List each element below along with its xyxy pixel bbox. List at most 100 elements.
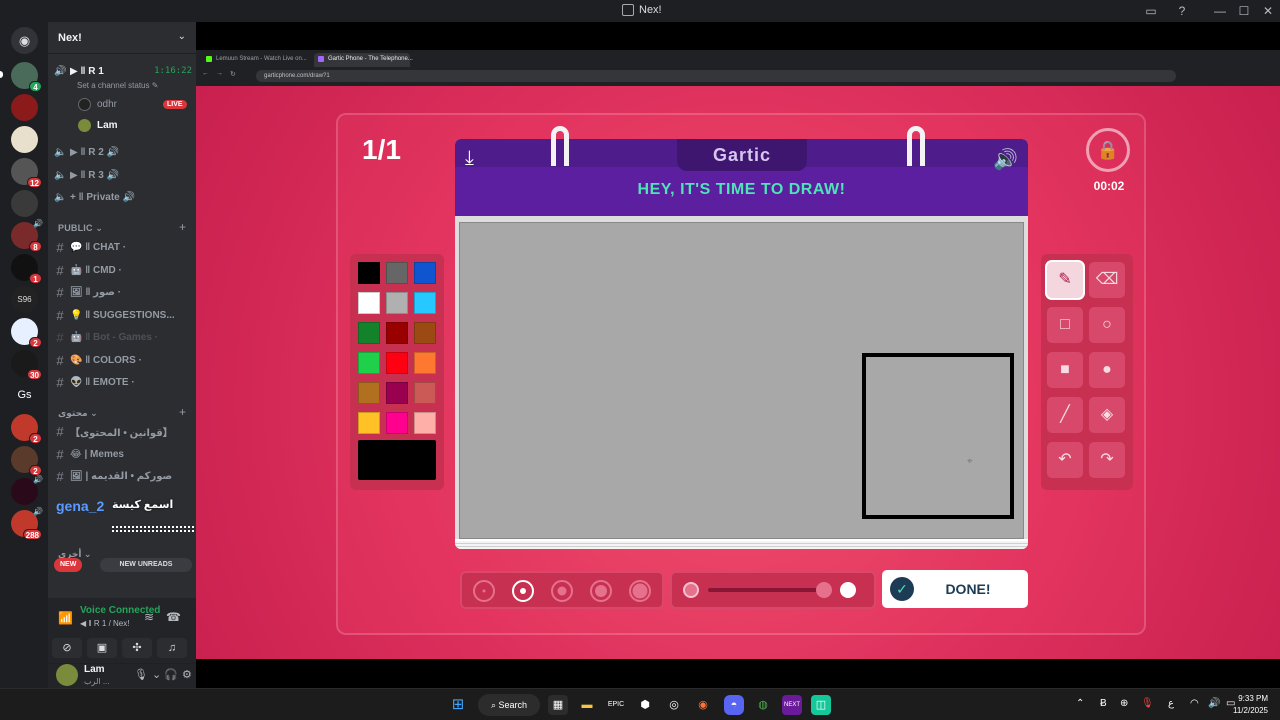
opacity-handle[interactable] [816, 582, 832, 598]
chevron-up-icon[interactable]: ⌃ [1076, 698, 1084, 709]
redo-tool-icon[interactable]: ↷ [1089, 442, 1125, 478]
server-icon[interactable] [11, 94, 38, 121]
firefox-icon[interactable]: ◉ [693, 695, 713, 715]
color-swatch[interactable] [386, 352, 408, 374]
text-channel[interactable]: # 【قوانين • المحتوى】 [54, 421, 192, 441]
brush-size-option[interactable] [629, 580, 651, 602]
brush-size-option[interactable] [590, 580, 612, 602]
forward-icon[interactable]: → [216, 70, 223, 77]
color-swatch[interactable] [386, 292, 408, 314]
done-button[interactable]: ✓ DONE! [882, 570, 1028, 608]
color-swatch[interactable] [414, 352, 436, 374]
color-swatch[interactable] [386, 382, 408, 404]
server-icon[interactable]: 30 [11, 350, 42, 380]
server-icon[interactable]: 🔊 288 [11, 507, 43, 540]
text-channel[interactable]: # 👽 ǁ EMOTE · [54, 372, 192, 392]
maximize-button[interactable]: ☐ [1235, 2, 1253, 20]
text-channel[interactable]: # 😂 | Memes [54, 444, 192, 464]
activities-button[interactable]: ✣ [122, 638, 152, 658]
server-text-icon[interactable]: Gs [11, 382, 38, 409]
avatar[interactable] [56, 664, 78, 686]
color-swatch[interactable] [358, 352, 380, 374]
text-channel[interactable]: # 🤖 ǁ Bot - Games · [54, 327, 192, 347]
category-public[interactable]: PUBLIC ⌄ [58, 223, 103, 234]
screen-share-button[interactable]: ▣ [87, 638, 117, 658]
discord-home-icon[interactable]: ◉ [11, 27, 38, 54]
new-unreads-pill[interactable]: NEW UNREADS [100, 558, 192, 572]
text-channel[interactable]: # 🖼 | صوركم • القديمه [54, 466, 192, 486]
server-icon[interactable]: 4 [11, 62, 42, 92]
color-swatch[interactable] [414, 412, 436, 434]
settings-gear-icon[interactable]: ⚙ [182, 668, 192, 681]
headphones-icon[interactable]: 🎧 [164, 668, 178, 681]
server-icon[interactable]: S96 [11, 286, 38, 313]
color-swatch[interactable] [414, 322, 436, 344]
microphone-icon[interactable]: 🎙 [134, 668, 148, 681]
tray-app-icon[interactable]: Ƀ [1100, 698, 1107, 709]
text-channel[interactable]: # 🖼 ǁ صور · [54, 282, 192, 302]
voice-channel-private[interactable]: 🔈 + ǁ Private 🔊 [54, 187, 192, 207]
epic-games-icon[interactable]: EPIC [606, 695, 626, 715]
voice-channel-r1[interactable]: 🔊 ▶ ǁ R 1 1:16:22 [54, 61, 192, 81]
steam-icon[interactable]: ◎ [664, 695, 684, 715]
brush-size-option[interactable] [473, 580, 495, 602]
language-icon[interactable]: ع [1168, 698, 1174, 709]
server-icon[interactable]: 1 [11, 254, 42, 284]
back-icon[interactable]: ← [202, 70, 209, 77]
stream-view[interactable]: Lemuun Stream - Watch Live on... Gartic … [196, 22, 1280, 688]
pencil-tool-icon[interactable]: ✎ [1047, 262, 1083, 298]
volume-icon[interactable]: 🔊 [1208, 698, 1220, 709]
app-icon[interactable]: ◫ [811, 695, 831, 715]
brush-size-option[interactable] [551, 580, 573, 602]
color-swatch[interactable] [358, 262, 380, 284]
color-swatch[interactable] [386, 262, 408, 284]
add-channel-icon[interactable]: + [179, 405, 186, 419]
server-icon[interactable]: 🔊 [11, 475, 43, 505]
inbox-icon[interactable]: ▭ [1142, 2, 1160, 20]
undo-tool-icon[interactable]: ↶ [1047, 442, 1083, 478]
color-swatch[interactable] [358, 322, 380, 344]
category-content[interactable]: محتوى ⌄ [58, 408, 98, 419]
text-channel[interactable]: # 💡 ǁ SUGGESTIONS... [54, 305, 192, 325]
server-icon[interactable]: 2 [11, 446, 42, 476]
drawing-canvas[interactable]: ⌖ [459, 222, 1024, 539]
server-icon[interactable] [11, 190, 38, 217]
system-clock[interactable]: 9:33 PM 11/2/2025 [1233, 693, 1268, 717]
unity-icon[interactable]: ⬢ [635, 695, 655, 715]
server-icon[interactable] [11, 126, 38, 153]
eraser-tool-icon[interactable]: ⌫ [1089, 262, 1125, 298]
opacity-slider[interactable] [670, 571, 876, 609]
color-swatch[interactable] [414, 382, 436, 404]
discord-taskbar-icon[interactable]: ◓ [724, 695, 744, 715]
browser-tab[interactable]: Lemuun Stream - Watch Live on... [202, 53, 310, 67]
minimize-button[interactable]: — [1211, 2, 1229, 20]
server-icon[interactable]: 2 [11, 318, 42, 348]
chevron-down-icon[interactable]: ⌄ [152, 668, 161, 681]
camera-off-button[interactable]: ⊘ [52, 638, 82, 658]
voice-channel-path[interactable]: ◀ ǁ R 1 / Nex! [80, 619, 129, 628]
rectangle-fill-tool-icon[interactable]: ■ [1047, 352, 1083, 388]
guild-header[interactable]: Nex! ⌄ [48, 22, 196, 54]
text-channel[interactable]: # 🤖 ǁ CMD · [54, 260, 192, 280]
ellipse-outline-tool-icon[interactable]: ○ [1089, 307, 1125, 343]
mic-tray-icon[interactable]: 🎙 [1141, 698, 1154, 709]
sound-icon[interactable]: 🔊 [993, 147, 1018, 172]
network-globe-icon[interactable]: ⊕ [1120, 698, 1128, 709]
server-icon[interactable]: 12 [11, 158, 42, 188]
color-swatch[interactable] [414, 292, 436, 314]
help-icon[interactable]: ? [1173, 2, 1191, 20]
add-channel-icon[interactable]: + [179, 220, 186, 234]
server-icon[interactable]: 🔊 8 [11, 219, 43, 252]
color-swatch[interactable] [358, 292, 380, 314]
reload-icon[interactable]: ↻ [230, 70, 236, 78]
noise-suppression-icon[interactable]: ≋ [144, 610, 154, 624]
taskbar-search[interactable]: ⌕ Search [478, 694, 540, 716]
text-channel[interactable]: # 💬 ǁ CHAT · [54, 237, 192, 257]
wifi-icon[interactable]: ◠ [1190, 698, 1199, 709]
browser-tab-active[interactable]: Gartic Phone - The Telephone... [314, 53, 413, 67]
color-swatch[interactable] [358, 412, 380, 434]
color-swatch[interactable] [386, 412, 408, 434]
new-pill[interactable]: NEW [54, 558, 83, 572]
color-swatch[interactable] [386, 322, 408, 344]
text-channel[interactable]: # 🎨 ǁ COLORS · [54, 350, 192, 370]
